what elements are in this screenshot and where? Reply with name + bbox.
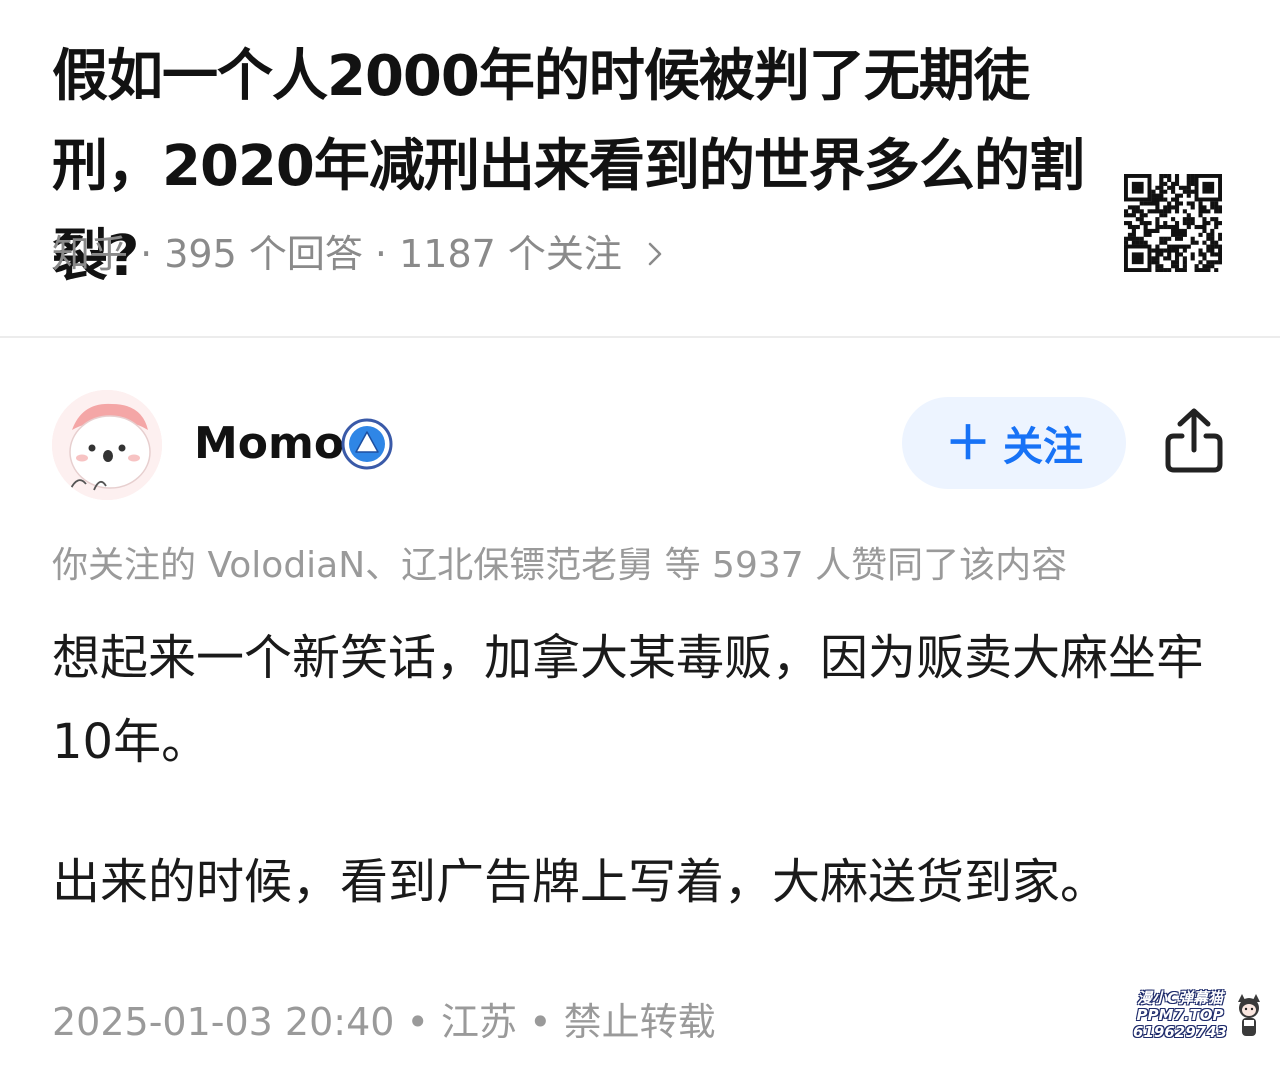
watermark-line: PPM7.TOP [1136,1006,1224,1024]
follow-button-label: 关注 [1003,424,1083,470]
watermark-mascot-icon [1238,994,1260,1036]
section-divider [0,336,1280,338]
chevron-right-icon [648,242,662,266]
author-row: Momo ＋ 关注 [0,388,1280,502]
answer-body: 想起来一个新笑话，加拿大某毒贩，因为贩卖大麻坐牢10年。 出来的时候，看到广告牌… [52,616,1232,924]
watermark-line: 漫小C弹幕猫 [1136,989,1223,1007]
question-header: 假如一个人2000年的时候被判了无期徒刑，2020年减刑出来看到的世界多么的割裂… [0,0,1280,336]
verified-badge-icon [341,418,393,470]
qr-code-icon [1124,174,1222,272]
avatar[interactable] [52,390,162,500]
watermark-line: 619629743 [1133,1023,1227,1041]
answer-paragraph: 想起来一个新笑话，加拿大某毒贩，因为贩卖大麻坐牢10年。 [52,630,1205,770]
author-name[interactable]: Momo [194,414,344,474]
answer-paragraph: 出来的时候，看到广告牌上写着，大麻送货到家。 [52,854,1109,910]
follow-button[interactable]: ＋ 关注 [902,397,1126,489]
watermark-text: 漫小C弹幕猫 PPM7.TOP 619629743 [1124,990,1236,1041]
plus-icon: ＋ [945,416,991,470]
upvote-summary: 你关注的 VolodiaN、辽北保镖范老舅 等 5937 人赞同了该内容 [52,545,1068,586]
answer-footer-meta: 2025-01-03 20:40 • 江苏 • 禁止转载 [52,1000,716,1044]
question-meta-text: 知乎 · 395 个回答 · 1187 个关注 [52,232,622,276]
watermark: 漫小C弹幕猫 PPM7.TOP 619629743 [1124,990,1264,1046]
question-meta-link[interactable]: 知乎 · 395 个回答 · 1187 个关注 [52,226,666,282]
share-icon[interactable] [1160,406,1228,476]
avatar-illustration-icon [52,390,162,500]
